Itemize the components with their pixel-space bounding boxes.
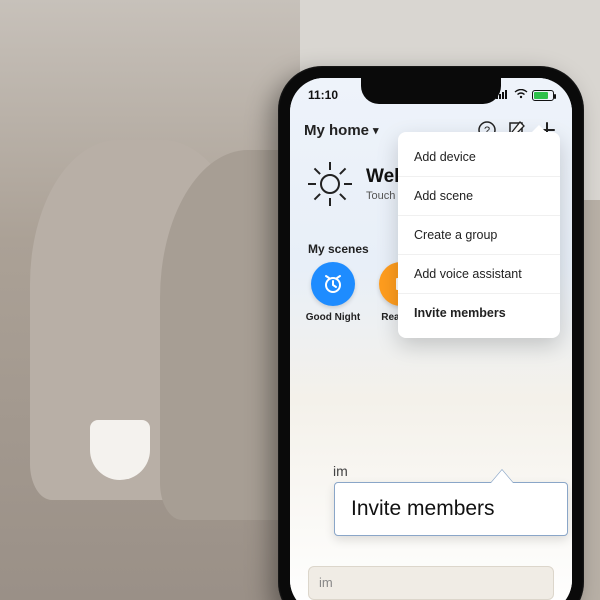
menu-item-invite-members[interactable]: Invite members [398,294,560,332]
callout-text: Invite members [351,497,495,521]
menu-item-label: Add device [414,150,476,164]
phone-notch [361,78,501,104]
menu-item-label: Create a group [414,228,497,242]
menu-item-create-group[interactable]: Create a group [398,216,560,255]
menu-item-label: Invite members [414,306,506,320]
phone-mockup: 11:10 My home ▾ ? [278,66,584,600]
wifi-icon [514,88,528,102]
photo-mug [90,420,150,480]
status-time: 11:10 [308,88,338,102]
scenes-heading: My scenes [308,242,369,256]
phone-screen: 11:10 My home ▾ ? [290,78,572,600]
battery-icon [532,90,554,101]
menu-item-label: Add voice assistant [414,267,522,281]
scene-label: Good Night [304,312,362,323]
scene-good-night[interactable]: Good Night [304,262,362,323]
status-indicators [496,88,554,102]
menu-item-add-voice-assistant[interactable]: Add voice assistant [398,255,560,294]
bottom-input-text: im [319,575,333,590]
bottom-input[interactable]: im [308,566,554,600]
menu-item-add-scene[interactable]: Add scene [398,177,560,216]
home-selector[interactable]: My home ▾ [304,122,379,139]
sun-icon [308,162,352,206]
chevron-down-icon: ▾ [373,124,379,137]
add-menu-popover: Add device Add scene Create a group Add … [398,132,560,338]
menu-item-add-device[interactable]: Add device [398,138,560,177]
invite-members-callout: im Invite members [334,482,568,536]
alarm-clock-icon [311,262,355,306]
home-selector-label: My home [304,122,369,139]
callout-prefix: im [333,463,348,479]
promo-scene: 11:10 My home ▾ ? [0,0,600,600]
menu-item-label: Add scene [414,189,473,203]
